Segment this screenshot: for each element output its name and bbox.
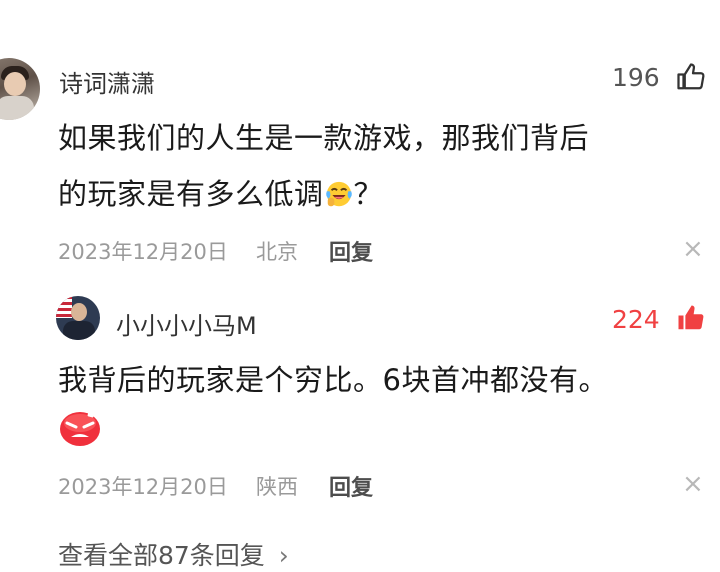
reply-reply-button[interactable]: 回复 — [329, 470, 373, 502]
comment-text: 如果我们的人生是一款游戏，那我们背后 的玩家是有多么低调 ？ — [58, 110, 708, 222]
close-icon[interactable]: × — [682, 236, 704, 262]
avatar-face — [71, 303, 87, 321]
avatar-shirt — [0, 96, 34, 120]
thumbs-up-icon[interactable] — [676, 62, 706, 92]
reply-username[interactable]: 小小小小马M — [116, 306, 257, 341]
view-all-replies-link[interactable]: 查看全部87条回复 › — [58, 536, 289, 572]
view-all-label: 查看全部87条回复 — [58, 541, 265, 570]
avatar[interactable] — [0, 58, 40, 120]
angry-red-face-emoji-icon — [60, 410, 100, 446]
chevron-right-icon: › — [278, 541, 289, 570]
crying-laughing-emoji-icon — [325, 181, 352, 207]
comment-text-segment: 的玩家是有多么低调 — [58, 177, 324, 211]
close-icon[interactable]: × — [682, 471, 704, 497]
comment-like-count[interactable]: 196 — [612, 63, 660, 92]
reply-button[interactable]: 回复 — [329, 235, 373, 267]
avatar-face — [4, 72, 26, 96]
comment-text-segment: ？ — [353, 177, 384, 211]
reply-date: 2023年12月20日 — [58, 475, 228, 499]
reply-avatar[interactable] — [56, 296, 100, 340]
reply-text: 我背后的玩家是个穷比。6块首冲都没有。 — [58, 363, 608, 397]
comment-date: 2023年12月20日 — [58, 240, 228, 264]
comment-username[interactable]: 诗词潇潇 — [59, 64, 155, 99]
thumbs-up-filled-icon[interactable] — [676, 303, 706, 333]
avatar-flag — [56, 296, 72, 318]
comment-text-line: 如果我们的人生是一款游戏，那我们背后 — [58, 121, 590, 155]
comment-location: 北京 — [256, 240, 298, 264]
avatar-uniform — [63, 321, 95, 340]
reply-location: 陕西 — [256, 475, 298, 499]
reply-like-count[interactable]: 224 — [612, 305, 660, 334]
comment-text-line: 的玩家是有多么低调 ？ — [58, 166, 708, 222]
